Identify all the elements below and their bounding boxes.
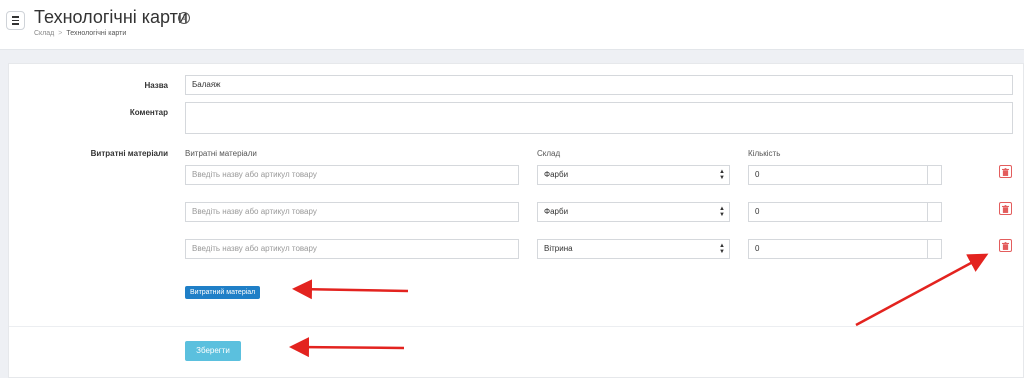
warehouse-select[interactable]: Вітрина ▲ ▼ <box>537 239 730 259</box>
delete-row-button[interactable] <box>999 239 1012 252</box>
delete-row-button[interactable] <box>999 165 1012 178</box>
updown-caret-icon: ▲ ▼ <box>719 169 725 181</box>
breadcrumb-item-sklad[interactable]: Склад <box>34 30 54 37</box>
menu-icon <box>12 16 19 18</box>
divider <box>9 326 1023 327</box>
trash-icon <box>1002 167 1009 176</box>
breadcrumb-item-current: Технологічні карти <box>66 30 127 37</box>
comment-label: Коментар <box>129 108 168 117</box>
page-title: Технологічні карти <box>34 7 188 27</box>
name-input[interactable]: Балаяж <box>185 75 1013 95</box>
quantity-value: 0 <box>755 207 760 216</box>
material-search-input[interactable]: Введіть назву або артикул товару <box>185 202 519 222</box>
updown-caret-icon: ▲ ▼ <box>719 243 725 255</box>
quantity-addon <box>927 203 941 221</box>
page-header: Технологічні карти i Склад > Технологічні … <box>0 0 1024 50</box>
warehouse-select-value: Фарби <box>544 207 569 216</box>
column-header-warehouse: Склад <box>537 149 561 158</box>
warehouse-select[interactable]: Фарби ▲ ▼ <box>537 202 730 222</box>
quantity-addon <box>927 240 941 258</box>
materials-label: Витратні матеріали <box>90 149 168 158</box>
trash-icon <box>1002 241 1009 250</box>
quantity-input[interactable]: 0 <box>748 165 942 185</box>
warehouse-select[interactable]: Фарби ▲ ▼ <box>537 165 730 185</box>
info-icon[interactable]: i <box>178 12 190 24</box>
quantity-input[interactable]: 0 <box>748 202 942 222</box>
quantity-input[interactable]: 0 <box>748 239 942 259</box>
column-header-materials: Витратні матеріали <box>185 149 257 158</box>
updown-caret-icon: ▲ ▼ <box>719 206 725 218</box>
menu-toggle-button[interactable] <box>6 11 25 30</box>
warehouse-select-value: Вітрина <box>544 244 573 253</box>
material-search-input[interactable]: Введіть назву або артикул товару <box>185 239 519 259</box>
quantity-addon <box>927 166 941 184</box>
save-button[interactable]: Зберегти <box>185 341 241 361</box>
form-panel: Назва Балаяж Коментар Витратні матеріали… <box>8 63 1024 378</box>
warehouse-select-value: Фарби <box>544 170 569 179</box>
quantity-value: 0 <box>755 244 760 253</box>
breadcrumb: Склад > Технологічні карти <box>34 30 126 37</box>
trash-icon <box>1002 204 1009 213</box>
add-material-button[interactable]: Витратний матеріал <box>185 286 261 299</box>
material-search-input[interactable]: Введіть назву або артикул товару <box>185 165 519 185</box>
comment-textarea[interactable] <box>185 102 1013 134</box>
breadcrumb-separator-icon: > <box>58 30 63 37</box>
column-header-quantity: Кількість <box>748 149 781 158</box>
name-label: Назва <box>144 81 168 90</box>
delete-row-button[interactable] <box>999 202 1012 215</box>
quantity-value: 0 <box>755 170 760 179</box>
